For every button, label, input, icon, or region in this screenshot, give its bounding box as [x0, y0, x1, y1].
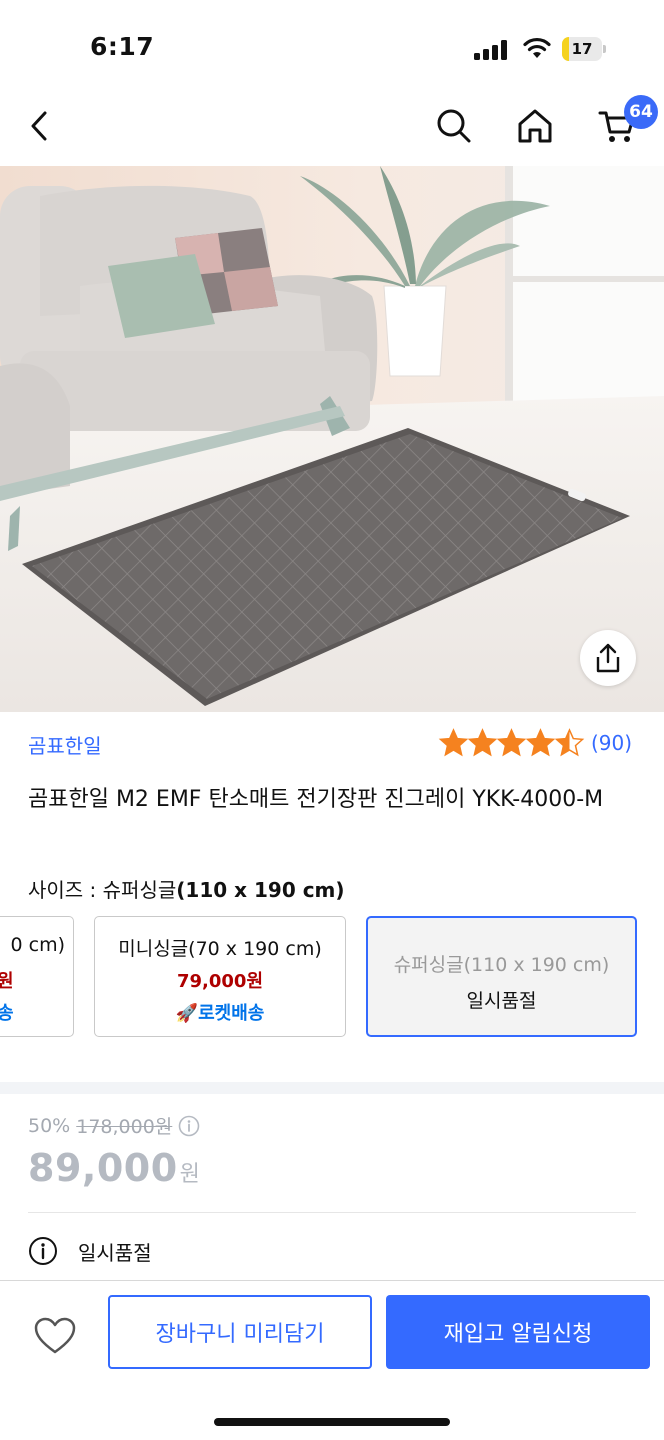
option-price: 79,000원	[176, 971, 264, 992]
battery-level: 17	[571, 40, 593, 58]
option-name: 미니싱글(70 x 190 cm)	[118, 938, 322, 960]
home-icon	[518, 109, 552, 143]
bottom-action-bar: 장바구니 미리담기 재입고 알림신청	[0, 1280, 664, 1440]
star-icon	[467, 728, 498, 757]
availability-row: 일시품절	[28, 1236, 152, 1266]
star-icon	[496, 728, 527, 757]
restock-alert-button[interactable]: 재입고 알림신청	[386, 1295, 650, 1369]
option-shipping: 🚀로켓배송	[175, 1003, 265, 1024]
wishlist-button[interactable]	[30, 1313, 80, 1359]
final-price: 89,000원	[28, 1146, 200, 1190]
option-name: 슈퍼싱글(110 x 190 cm)	[393, 954, 610, 976]
status-time: 6:17	[90, 32, 155, 61]
star-icon	[525, 728, 556, 757]
back-button[interactable]	[14, 100, 66, 152]
rating-summary[interactable]: (90)	[438, 728, 632, 758]
option-name: 0 cm)	[10, 934, 66, 956]
option-card-mini-single[interactable]: 미니싱글(70 x 190 cm) 79,000원 🚀로켓배송	[94, 916, 346, 1037]
option-label: 사이즈 : 슈퍼싱글(110 x 190 cm)	[28, 874, 345, 903]
product-photo	[0, 166, 664, 712]
price-divider	[28, 1212, 636, 1213]
option-label-selected: (110 x 190 cm)	[176, 878, 345, 902]
star-icon	[554, 728, 585, 757]
discount-rate: 50%	[28, 1114, 71, 1137]
search-icon	[437, 109, 471, 143]
original-price-row: 50% 178,000원	[28, 1112, 200, 1139]
heart-icon	[34, 1317, 76, 1354]
availability-text: 일시품절	[78, 1240, 152, 1265]
product-title: 곰표한일 M2 EMF 탄소매트 전기장판 진그레이 YKK-4000-M	[28, 787, 604, 812]
option-card-single[interactable]: 0 cm) 원 송	[0, 916, 74, 1037]
wifi-icon	[523, 37, 551, 58]
chevron-left-icon	[31, 111, 47, 141]
info-icon[interactable]	[178, 1115, 200, 1137]
cart-count-badge: 64	[624, 95, 658, 129]
add-to-cart-button[interactable]: 장바구니 미리담기	[108, 1295, 372, 1369]
home-indicator	[214, 1418, 450, 1426]
review-count: (90)	[591, 731, 633, 755]
info-circle-icon	[29, 1237, 57, 1265]
battery-icon: 17	[562, 37, 606, 61]
option-card-super-single[interactable]: 슈퍼싱글(110 x 190 cm) 일시품절	[366, 916, 637, 1037]
option-label-prefix: 사이즈 : 슈퍼싱글	[28, 878, 177, 902]
search-button[interactable]	[428, 100, 480, 152]
option-status: 일시품절	[466, 990, 537, 1012]
product-image[interactable]	[0, 166, 664, 712]
home-button[interactable]	[509, 100, 561, 152]
option-shipping: 송	[0, 999, 73, 1025]
option-price: 원	[0, 967, 73, 993]
cellular-signal-icon	[474, 40, 508, 60]
final-price-amount: 89,000	[28, 1146, 178, 1190]
top-nav-bar	[0, 92, 664, 166]
currency-unit: 원	[179, 1162, 201, 1187]
status-bar: 6:17 17	[0, 0, 664, 92]
rating-stars	[438, 728, 585, 758]
brand-link[interactable]: 곰표한일	[28, 730, 102, 759]
share-icon	[596, 643, 620, 673]
original-price: 178,000원	[76, 1116, 173, 1138]
share-button[interactable]	[580, 630, 636, 686]
star-icon	[438, 728, 469, 757]
section-divider	[0, 1082, 664, 1094]
